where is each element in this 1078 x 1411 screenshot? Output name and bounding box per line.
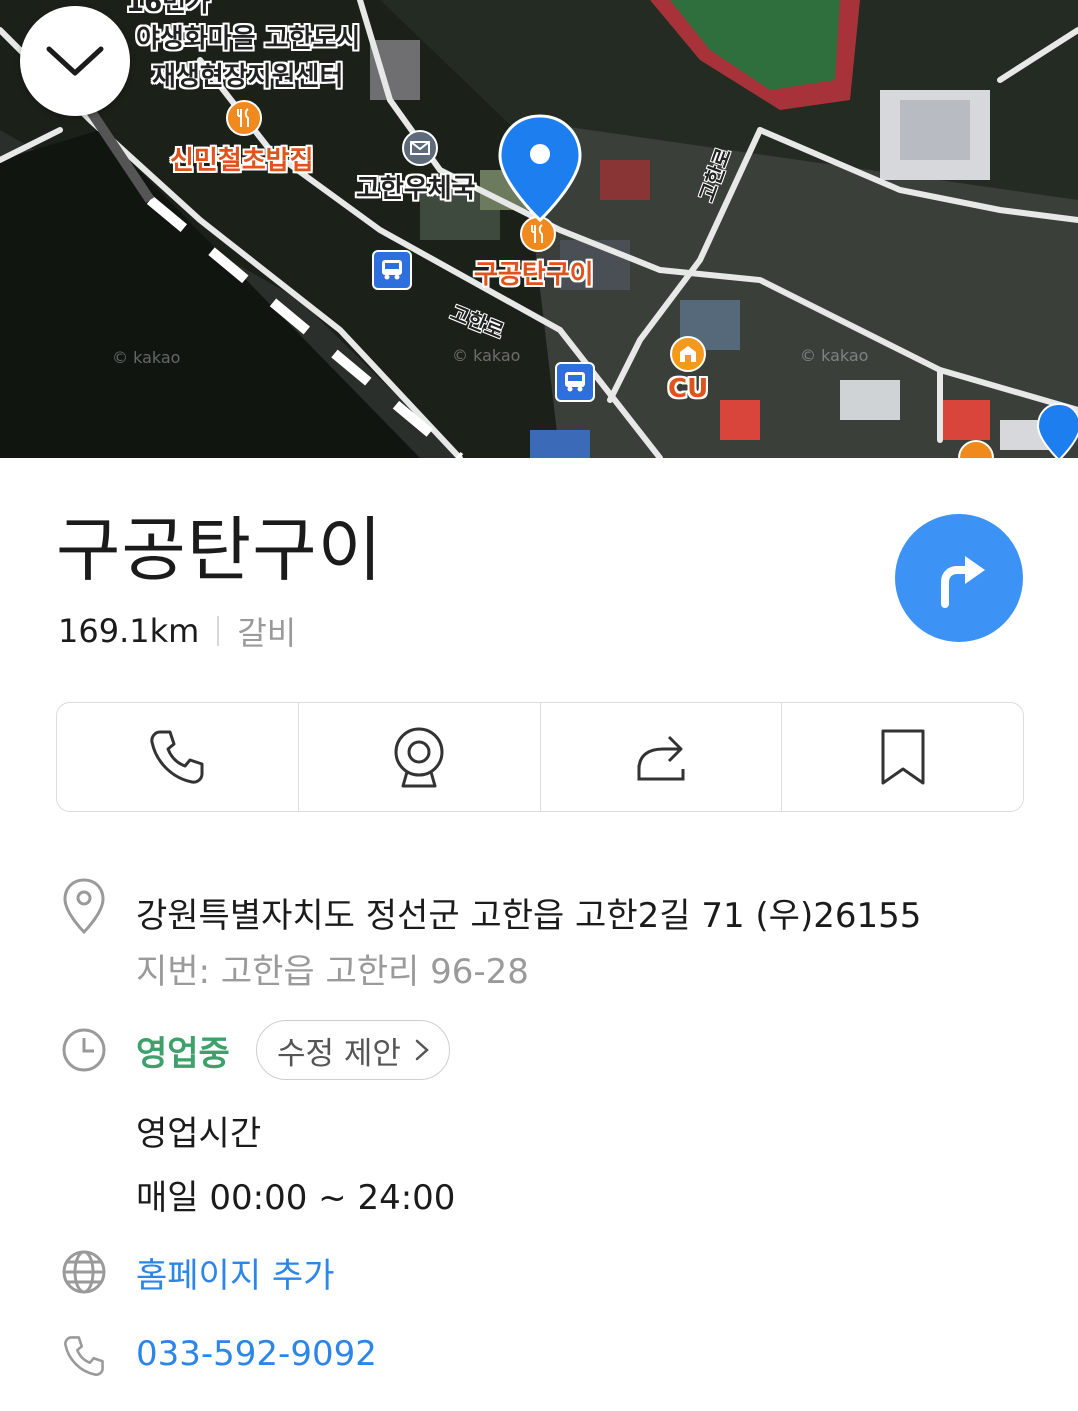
bus-stop-icon[interactable] [372,250,412,290]
chevron-down-icon [46,46,104,76]
roadview-action-button[interactable] [299,703,541,811]
location-icon [60,878,108,935]
action-bar [56,702,1024,812]
globe-icon [60,1248,108,1296]
phone-icon [150,730,204,784]
bus-stop-icon[interactable] [555,362,595,402]
bookmark-icon [881,729,925,785]
turn-right-arrow-icon [941,556,985,608]
convenience-store-icon[interactable] [670,336,706,372]
location-pin-icon[interactable] [496,112,584,228]
place-meta: 169.1km 갈비 [58,608,296,654]
map-label-restaurant[interactable]: 신민철초밥집 [170,148,314,174]
map-label-center-2: 재생현장지원센터 [152,62,344,92]
save-action-button[interactable] [782,703,1023,811]
map-watermark: © kakao [112,348,181,367]
add-homepage-link[interactable]: 홈페이지 추가 [136,1248,335,1297]
phone-number-link[interactable]: 033-592-9092 [136,1334,377,1374]
map-label-store[interactable]: CU [668,376,708,402]
share-action-button[interactable] [541,703,783,811]
place-distance: 169.1km [58,612,200,650]
suggest-edit-button[interactable]: 수정 제안 [256,1020,450,1080]
map-label-post-office[interactable]: 고한우체국 [356,176,476,202]
place-title: 구공탄구이 [56,509,383,591]
address-text[interactable]: 강원특별자치도 정선군 고한읍 고한2길 71 (우)26155 [136,888,921,937]
location-pin-icon[interactable] [1036,402,1078,458]
map-label-center-1: 야생화마을 고한도시 [136,24,361,54]
map-label-selected-place[interactable]: 구공탄구이 [474,262,594,288]
lot-address-text[interactable]: 지번: 고한읍 고한리 96-28 [136,944,529,993]
hours-label: 영업시간 [136,1114,262,1154]
share-icon [637,735,685,781]
open-status: 영업중 [136,1034,230,1074]
post-office-icon[interactable] [402,130,438,166]
camera-view-icon [394,727,444,788]
hours-value: 매일 00:00 ~ 24:00 [136,1178,456,1218]
map-watermark: © kakao [452,346,521,365]
map-view[interactable]: © kakao © kakao © kakao 16번가 야생화마을 고한도시 … [0,0,1078,458]
directions-button[interactable] [895,514,1023,642]
collapse-button[interactable] [20,6,130,116]
clock-icon [60,1026,108,1074]
restaurant-icon[interactable] [226,100,262,136]
meta-divider [217,616,220,646]
suggest-edit-label: 수정 제안 [277,1035,401,1072]
call-action-button[interactable] [57,703,299,811]
place-category: 갈비 [237,614,297,652]
map-watermark: © kakao [800,346,869,365]
map-label-partial: 16번가 [126,0,211,18]
phone-icon [60,1332,108,1380]
chevron-right-icon [415,1039,429,1061]
